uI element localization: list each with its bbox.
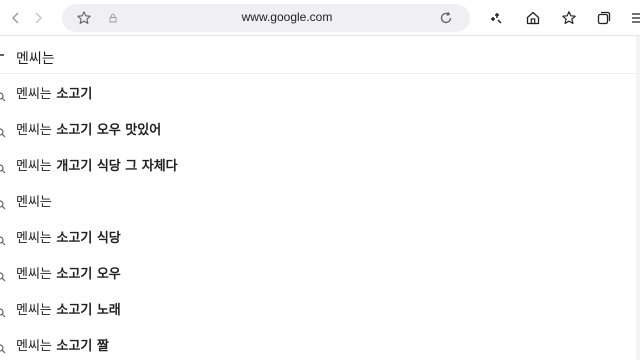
suggestion-prefix: 멘씨는: [16, 87, 52, 102]
star-outline-icon[interactable]: [76, 10, 92, 26]
suggestion-prefix: 멘씨는: [16, 339, 52, 354]
back-button[interactable]: [6, 8, 26, 28]
suggestion-item[interactable]: 멘씨는 소고기 노래: [0, 290, 640, 326]
suggestion-prefix: 멘씨는: [16, 195, 52, 210]
arrow-left-icon: [11, 12, 19, 24]
suggestion-completion: 소고기 짤: [51, 339, 109, 354]
extensions-button[interactable]: [488, 10, 504, 26]
scrollbar-track[interactable]: [636, 36, 640, 360]
favorites-star-icon: [562, 11, 576, 24]
search-icon: [0, 231, 6, 246]
home-button[interactable]: [525, 10, 541, 26]
suggestion-item[interactable]: 멘씨는 소고기 식당: [0, 218, 640, 254]
suggestion-prefix: 멘씨는: [16, 267, 52, 282]
collections-button[interactable]: [596, 10, 612, 26]
suggestion-prefix: 멘씨는: [16, 123, 52, 138]
input-edge-marker: [0, 54, 4, 56]
arrow-right-icon: [35, 12, 43, 24]
search-icon: [0, 267, 6, 282]
suggestion-item[interactable]: 멘씨는: [0, 182, 640, 218]
forward-button[interactable]: [28, 8, 48, 28]
suggestion-item[interactable]: 멘씨는 소고기 오우: [0, 254, 640, 290]
suggestion-list: 멘씨는 소고기 멘씨는 소고기 오우 맛있어 멘씨는 개고기 식당 그 자체다 …: [0, 74, 640, 360]
address-bar[interactable]: www.google.com: [62, 4, 470, 32]
favorites-button[interactable]: [561, 10, 577, 26]
collections-icon: [597, 11, 611, 25]
search-icon: [0, 87, 6, 102]
search-icon: [0, 303, 6, 318]
suggestion-prefix: 멘씨는: [16, 231, 52, 246]
search-icon: [0, 339, 6, 354]
menu-button[interactable]: [630, 10, 640, 26]
browser-toolbar: www.google.com: [0, 0, 640, 36]
search-input[interactable]: 멘씨는: [16, 48, 55, 68]
suggestion-completion: 소고기 오우 맛있어: [51, 123, 162, 138]
suggestion-completion: 소고기 노래: [51, 303, 121, 318]
suggestion-completion: 소고기 식당: [51, 231, 121, 246]
menu-icon: [632, 13, 640, 23]
search-icon: [0, 159, 6, 174]
search-icon: [0, 195, 6, 210]
url-text[interactable]: www.google.com: [212, 10, 362, 24]
suggestion-completion: 개고기 식당 그 자체다: [51, 159, 178, 174]
suggestion-item[interactable]: 멘씨는 개고기 식당 그 자체다: [0, 146, 640, 182]
search-input-row[interactable]: 멘씨는: [0, 38, 640, 74]
suggestion-item[interactable]: 멘씨는 소고기 짤: [0, 326, 640, 360]
lock-icon[interactable]: [108, 13, 118, 23]
suggestion-prefix: 멘씨는: [16, 159, 52, 174]
suggestion-prefix: 멘씨는: [16, 303, 52, 318]
home-icon: [526, 11, 540, 25]
extensions-icon: [491, 13, 502, 24]
reload-icon[interactable]: [438, 10, 454, 26]
suggestion-completion: 소고기 오우: [51, 267, 121, 282]
search-icon: [0, 123, 6, 138]
suggestion-completion: 소고기: [51, 87, 93, 102]
suggestion-item[interactable]: 멘씨는 소고기: [0, 74, 640, 110]
suggestion-item[interactable]: 멘씨는 소고기 오우 맛있어: [0, 110, 640, 146]
